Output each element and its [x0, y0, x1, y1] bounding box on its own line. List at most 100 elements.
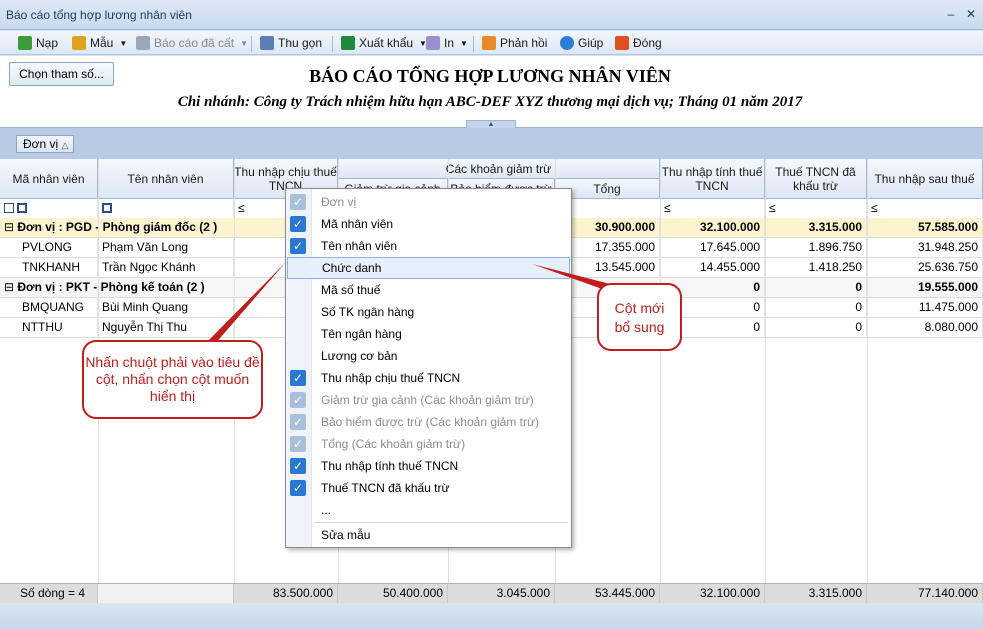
- menu-item-label: Mã số thuế: [321, 283, 381, 297]
- export-button[interactable]: Xuất khẩu ▼: [341, 34, 427, 52]
- group-sauthue: 19.555.000: [867, 278, 983, 298]
- menu-item[interactable]: Sửa mẫu: [287, 524, 570, 546]
- filter-cell-thue[interactable]: ≤: [765, 199, 867, 219]
- excel-icon: [341, 36, 355, 50]
- cell-ma: TNKHANH: [0, 258, 98, 278]
- collapse-icon: [260, 36, 274, 50]
- row-count: Số dòng = 4: [0, 584, 98, 604]
- col-header-giamtru[interactable]: Các khoản giảm trừ: [338, 159, 660, 179]
- checkbox-icon: [17, 203, 28, 213]
- cell-sauthue: 31.948.250: [867, 238, 983, 258]
- close-window-button[interactable]: ✕: [964, 7, 978, 21]
- filter-cell-sauthue[interactable]: ≤: [867, 199, 983, 219]
- footer-blank: [98, 584, 234, 604]
- toolbar-separator: [332, 36, 333, 52]
- collapse-button[interactable]: Thu gọn: [260, 34, 322, 52]
- menu-item-label: Tên ngân hàng: [321, 327, 402, 341]
- menu-item-label: Bảo hiểm được trừ (Các khoản giảm trừ): [321, 415, 540, 429]
- load-button[interactable]: Nạp: [18, 34, 58, 52]
- menu-separator: [314, 522, 568, 523]
- cell-thue: 1.896.750: [765, 238, 867, 258]
- callout-left: Nhấn chuột phải vào tiêu đề cột, nhấn ch…: [82, 340, 263, 419]
- sort-asc-icon: △: [61, 140, 69, 150]
- filter-cell-ten[interactable]: [98, 199, 234, 219]
- menu-item[interactable]: ✓ Thu nhập tính thuế TNCN: [287, 455, 570, 477]
- cell-thue: 0: [765, 318, 867, 338]
- menu-item[interactable]: ✓ Thuế TNCN đã khấu trừ: [287, 477, 570, 499]
- menu-item[interactable]: Mã số thuế: [287, 279, 570, 301]
- save-icon: [136, 36, 150, 50]
- menu-item[interactable]: Tên ngân hàng: [287, 323, 570, 345]
- menu-item-label: Lương cơ bản: [321, 349, 398, 363]
- toolbar: Nạp Mẫu ▼ Báo cáo đã cất ▼ Thu gọn Xuất kh…: [0, 31, 983, 55]
- template-button[interactable]: Mẫu ▼: [72, 34, 127, 52]
- menu-item[interactable]: ...: [287, 499, 570, 521]
- help-button[interactable]: Giúp: [560, 34, 603, 52]
- menu-item[interactable]: ✓ Mã nhân viên: [287, 213, 570, 235]
- col-header-thue[interactable]: Thuế TNCN đã khấu trừ: [765, 159, 867, 199]
- group-label: ⊟ Đơn vị : PKT - Phòng kế toán (2 ): [4, 280, 205, 294]
- cell-ten: Phạm Văn Long: [98, 238, 234, 258]
- collapse-header-toggle[interactable]: ▲: [466, 120, 516, 128]
- refresh-icon: [18, 36, 32, 50]
- column-chooser-menu: ✓ Đơn vị ✓ Mã nhân viên ✓ Tên nhân viên Chức d…: [285, 188, 572, 548]
- saved-reports-button[interactable]: Báo cáo đã cất ▼: [136, 34, 248, 52]
- cell-tnt: 17.645.000: [660, 238, 765, 258]
- cell-ten: Bùi Minh Quang: [98, 298, 234, 318]
- footer-totals: Số dòng = 4 83.500.000 50.400.000 3.045.…: [0, 583, 983, 604]
- cell-ma: PVLONG: [0, 238, 98, 258]
- menu-item-label: Mã nhân viên: [321, 217, 394, 231]
- chevron-down-icon: ▼: [240, 38, 248, 48]
- collapse-group-icon[interactable]: ⊟: [4, 280, 17, 294]
- cell-ma: BMQUANG: [0, 298, 98, 318]
- group-sauthue: 57.585.000: [867, 218, 983, 238]
- menu-item[interactable]: ✓ Thu nhập chịu thuế TNCN: [287, 367, 570, 389]
- cell-ma: NTTHU: [0, 318, 98, 338]
- grid-line: [660, 159, 661, 603]
- col-header-ma[interactable]: Mã nhân viên: [0, 159, 98, 199]
- menu-item: ✓ Tổng (Các khoản giảm trừ): [287, 433, 570, 455]
- menu-item[interactable]: Chức danh: [287, 257, 570, 279]
- print-button[interactable]: In ▼: [426, 34, 468, 52]
- group-label: ⊟ Đơn vị : PGD - Phòng giám đốc (2 ): [4, 220, 218, 234]
- menu-item[interactable]: ✓ Tên nhân viên: [287, 235, 570, 257]
- col-header-tnt[interactable]: Thu nhập tính thuế TNCN: [660, 159, 765, 199]
- check-icon: ✓: [290, 392, 306, 408]
- menu-item-label: Chức danh: [322, 261, 382, 275]
- grid-line: [867, 159, 868, 603]
- menu-item-label: Sửa mẫu: [321, 528, 371, 542]
- chevron-down-icon: ▼: [119, 38, 128, 48]
- group-panel: [0, 128, 983, 159]
- feedback-button[interactable]: Phản hồi: [482, 34, 547, 52]
- template-icon: [72, 36, 86, 50]
- cell-tnt: 14.455.000: [660, 258, 765, 278]
- total-sauthue: 77.140.000: [867, 584, 983, 604]
- filter-cell-tnt[interactable]: ≤: [660, 199, 765, 219]
- callout-right: Cột mới bổ sung: [597, 283, 682, 351]
- col-header-ten[interactable]: Tên nhân viên: [98, 159, 234, 199]
- menu-item-label: ...: [321, 503, 332, 517]
- window-title: Báo cáo tổng hợp lương nhân viên: [6, 8, 192, 22]
- menu-item[interactable]: Số TK ngân hàng: [287, 301, 570, 323]
- total-thue: 3.315.000: [765, 584, 867, 604]
- filter-cell-ma[interactable]: [0, 199, 98, 219]
- menu-item-label: Tên nhân viên: [321, 239, 398, 253]
- cell-sauthue: 25.636.750: [867, 258, 983, 278]
- menu-item: ✓ Bảo hiểm được trừ (Các khoản giảm trừ): [287, 411, 570, 433]
- minimize-button[interactable]: –: [944, 7, 958, 21]
- menu-item[interactable]: Lương cơ bản: [287, 345, 570, 367]
- help-icon: [560, 36, 574, 50]
- mail-icon: [482, 36, 496, 50]
- cell-ten: Trần Ngọc Khánh: [98, 258, 234, 278]
- check-icon: ✓: [290, 458, 306, 474]
- col-header-sauthue[interactable]: Thu nhập sau thuế: [867, 159, 983, 199]
- total-thunhap: 83.500.000: [234, 584, 338, 604]
- collapse-group-icon[interactable]: ⊟: [4, 220, 17, 234]
- menu-item-label: Thu nhập tính thuế TNCN: [321, 459, 459, 473]
- checkbox-icon: [102, 203, 112, 213]
- check-icon: ✓: [290, 238, 306, 254]
- cell-thue: 1.418.250: [765, 258, 867, 278]
- select-params-button[interactable]: Chọn tham số...: [9, 62, 114, 86]
- group-chip-donvi[interactable]: Đơn vị △: [16, 135, 74, 153]
- close-button[interactable]: Đóng: [615, 34, 662, 52]
